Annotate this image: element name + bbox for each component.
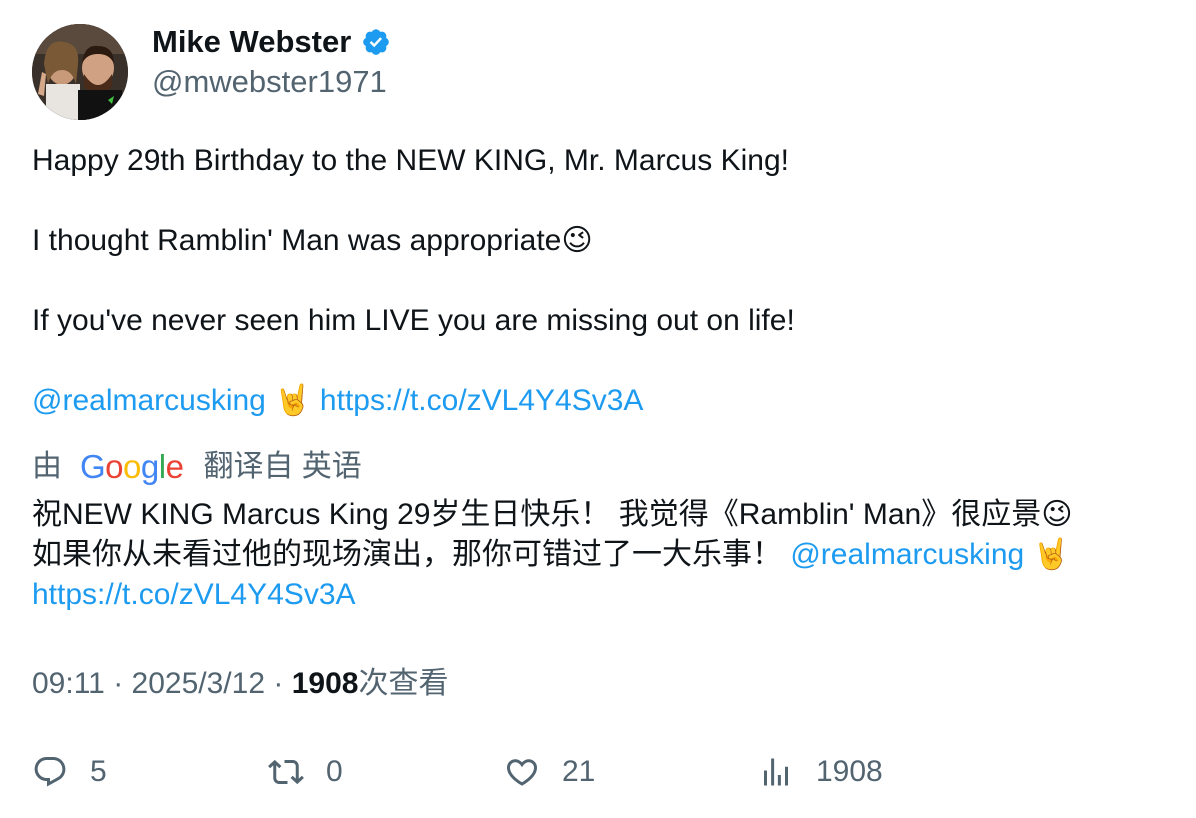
reply-icon [34,757,66,787]
views-label: 次查看 [358,667,449,700]
action-bar: 5 0 21 1908 [32,752,1172,796]
like-button[interactable]: 21 [504,752,595,792]
tweet-line: If you've never seen him LIVE you are mi… [32,301,1162,341]
translated-text: 祝NEW KING Marcus King 29岁生日快乐！ 我觉得《Rambl… [32,495,1167,615]
rock-hand-emoji: 🤘 [1032,537,1070,572]
translated-by: 由 Google 翻译自 英语 [32,447,362,487]
tweet-line-3: If you've never seen him LIVE you are mi… [32,304,795,337]
tweet-line-2: I thought Ramblin' Man was appropriate [32,224,562,257]
wink-emoji: 😉 [561,223,593,258]
wink-emoji: 😉 [1041,497,1073,532]
meta-separator: · [273,667,284,700]
translation-suffix: 翻译自 英语 [203,450,362,483]
like-count: 21 [562,755,596,788]
tweet-line: Happy 29th Birthday to the NEW KING, Mr.… [32,141,1162,181]
translation-prefix: 由 [32,450,62,483]
views-count: 1908 [291,667,359,700]
translation-url-link[interactable]: https://t.co/zVL4Y4Sv3A [32,578,356,611]
views-icon [764,758,788,786]
avatar[interactable] [32,24,128,120]
mention-link[interactable]: @realmarcusking [32,384,266,417]
views-button[interactable]: 1908 [758,752,883,792]
tweet-line-1: Happy 29th Birthday to the NEW KING, Mr.… [32,144,789,177]
translation-part-2: 如果你从未看过他的现场演出，那你可错过了一大乐事！ [32,538,782,571]
author-handle[interactable]: @mwebster1971 [152,62,387,102]
meta-separator: · [113,667,124,700]
verified-badge-icon [361,27,391,57]
reply-count: 5 [90,755,107,788]
retweet-button[interactable]: 0 [268,752,343,792]
retweet-count: 0 [326,755,343,788]
tweet-url-link[interactable]: https://t.co/zVL4Y4Sv3A [320,384,644,417]
tweet-body: Happy 29th Birthday to the NEW KING, Mr.… [32,141,1162,421]
tweet-time[interactable]: 09:11 [32,667,105,700]
author-name[interactable]: Mike Webster [152,22,351,62]
translation-mention-link[interactable]: @realmarcusking [790,538,1024,571]
google-logo[interactable]: Google [80,447,184,487]
rock-hand-emoji: 🤘 [274,383,312,418]
tweet-line: I thought Ramblin' Man was appropriate😉 [32,221,1162,261]
like-icon [506,759,538,786]
views-action-count: 1908 [816,755,883,788]
tweet-date[interactable]: 2025/3/12 [132,667,265,700]
author-name-row[interactable]: Mike Webster [152,22,391,62]
tweet-line: @realmarcusking 🤘 https://t.co/zVL4Y4Sv3… [32,381,1162,421]
retweet-icon [268,759,304,785]
translation-part-1: 祝NEW KING Marcus King 29岁生日快乐！ 我觉得《Rambl… [32,498,1042,531]
reply-button[interactable]: 5 [32,752,107,792]
tweet-meta: 09:11 · 2025/3/12 · 1908次查看 [32,664,448,704]
